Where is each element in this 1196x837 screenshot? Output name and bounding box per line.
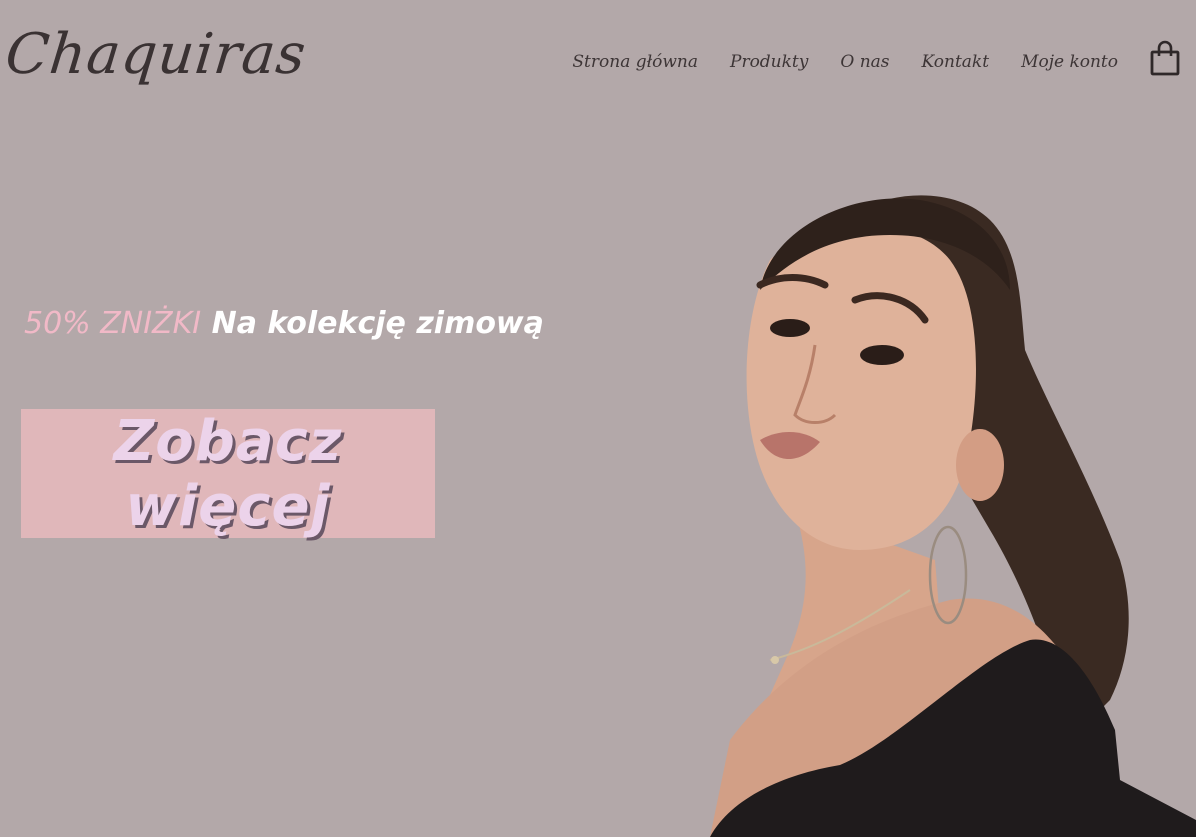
cart-button[interactable] [1150, 40, 1180, 76]
nav-item-home[interactable]: Strona główna [572, 52, 698, 72]
nav-item-about[interactable]: O nas [840, 52, 889, 72]
woman-portrait-image [710, 195, 1196, 837]
nav-item-contact[interactable]: Kontakt [922, 52, 990, 72]
home-page: Chaquiras Strona główna Produkty O nas K… [0, 0, 1196, 837]
promo-collection: Na kolekcję zimową [211, 306, 544, 341]
nav-item-account[interactable]: Moje konto [1021, 52, 1118, 72]
promo-discount: 50% ZNIŻKI [24, 306, 202, 341]
main-nav: Strona główna Produkty O nas Kontakt Moj… [572, 52, 1118, 72]
see-more-button[interactable]: Zobacz więcej [21, 408, 435, 539]
nav-item-products[interactable]: Produkty [730, 52, 808, 72]
see-more-label: Zobacz więcej [113, 408, 343, 539]
brand-logo[interactable]: Chaquiras [3, 22, 310, 87]
shopping-bag-icon [1150, 40, 1180, 76]
promo-headline: 50% ZNIŻKI Na kolekcję zimową [24, 306, 544, 341]
